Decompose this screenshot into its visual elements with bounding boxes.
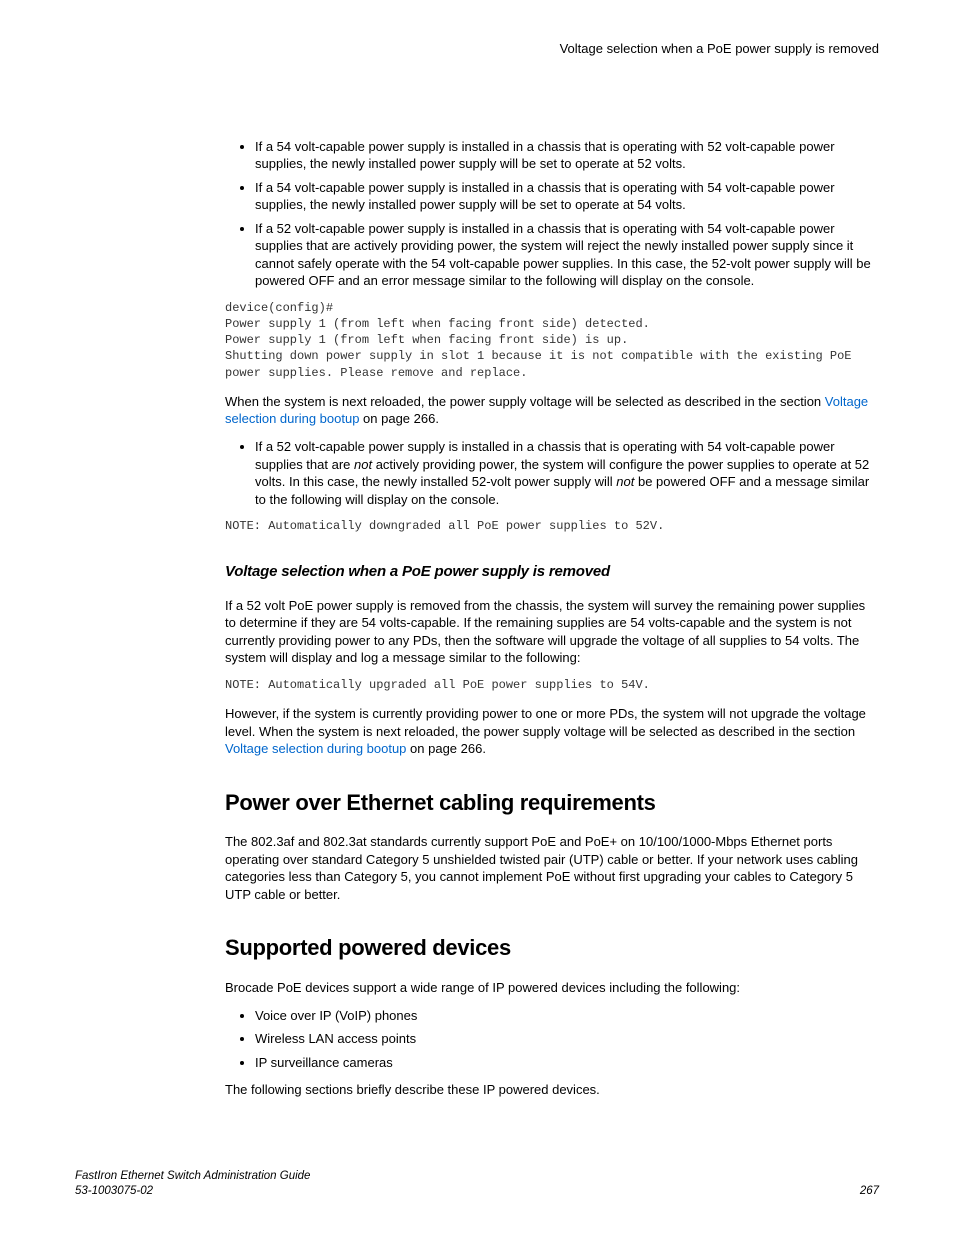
text: When the system is next reloaded, the po…	[225, 394, 825, 409]
heading-devices: Supported powered devices	[225, 933, 879, 963]
paragraph: However, if the system is currently prov…	[225, 705, 879, 758]
paragraph: Brocade PoE devices support a wide range…	[225, 979, 879, 997]
text: on page 266.	[406, 741, 486, 756]
list-item: If a 54 volt-capable power supply is ins…	[255, 138, 879, 173]
main-content: If a 54 volt-capable power supply is ins…	[225, 138, 879, 1099]
bullet-list-2: If a 52 volt-capable power supply is ins…	[225, 438, 879, 508]
heading-cabling: Power over Ethernet cabling requirements	[225, 788, 879, 818]
emphasis: not	[354, 457, 372, 472]
page-header: Voltage selection when a PoE power suppl…	[75, 40, 879, 58]
bullet-list-1: If a 54 volt-capable power supply is ins…	[225, 138, 879, 290]
paragraph: The following sections briefly describe …	[225, 1081, 879, 1099]
code-block-3: NOTE: Automatically upgraded all PoE pow…	[225, 677, 879, 693]
paragraph: When the system is next reloaded, the po…	[225, 393, 879, 428]
list-item: If a 54 volt-capable power supply is ins…	[255, 179, 879, 214]
list-item: If a 52 volt-capable power supply is ins…	[255, 220, 879, 290]
heading-voltage-removed: Voltage selection when a PoE power suppl…	[225, 562, 879, 582]
code-block-2: NOTE: Automatically downgraded all PoE p…	[225, 518, 879, 534]
text: on page 266.	[359, 411, 439, 426]
list-item: IP surveillance cameras	[255, 1054, 879, 1072]
code-block-1: device(config)# Power supply 1 (from lef…	[225, 300, 879, 381]
page-number: 267	[860, 1184, 879, 1200]
list-item: Wireless LAN access points	[255, 1030, 879, 1048]
paragraph: The 802.3af and 802.3at standards curren…	[225, 833, 879, 903]
paragraph: If a 52 volt PoE power supply is removed…	[225, 597, 879, 667]
doc-number: 53-1003075-02	[75, 1184, 310, 1200]
list-item: Voice over IP (VoIP) phones	[255, 1007, 879, 1025]
footer-left: FastIron Ethernet Switch Administration …	[75, 1169, 310, 1200]
text: However, if the system is currently prov…	[225, 706, 866, 739]
link-voltage-bootup-2[interactable]: Voltage selection during bootup	[225, 741, 406, 756]
list-item: If a 52 volt-capable power supply is ins…	[255, 438, 879, 508]
doc-title: FastIron Ethernet Switch Administration …	[75, 1169, 310, 1185]
emphasis: not	[616, 474, 634, 489]
page-footer: FastIron Ethernet Switch Administration …	[75, 1169, 879, 1200]
devices-list: Voice over IP (VoIP) phones Wireless LAN…	[225, 1007, 879, 1072]
